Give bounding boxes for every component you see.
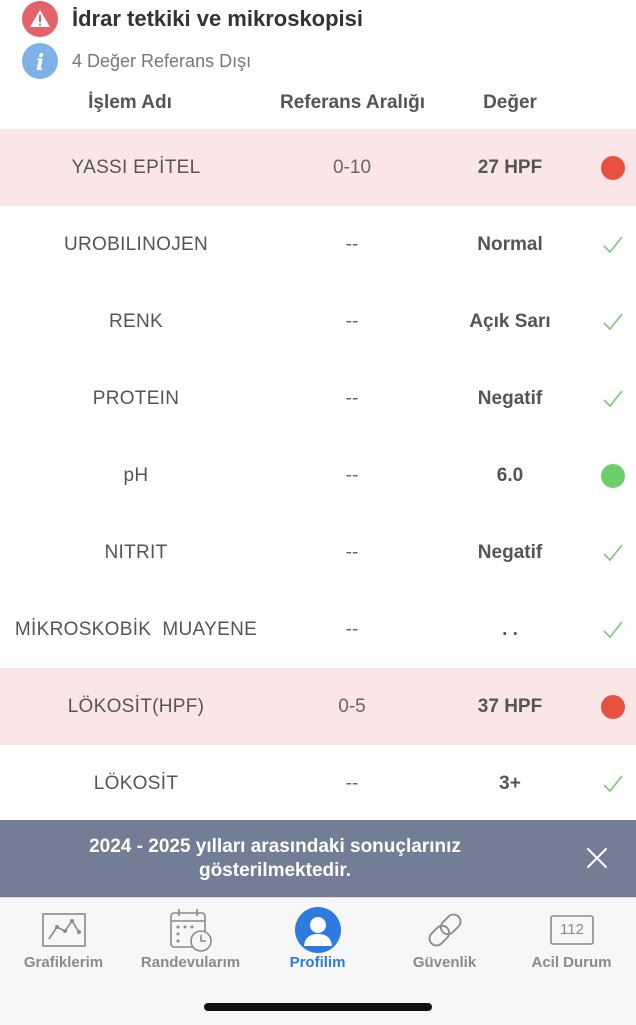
reference-range: -- <box>345 387 359 409</box>
table-row[interactable]: YASSI EPİTEL 0-10 27 HPF <box>0 129 636 206</box>
reference-range: 0-10 <box>332 156 372 178</box>
result-value: Normal <box>477 233 543 255</box>
check-icon <box>596 536 630 570</box>
tab-label: Profilim <box>289 954 346 971</box>
test-name: MİKROSKOBİK MUAYENE <box>14 618 258 640</box>
svg-text:i: i <box>36 50 44 74</box>
user-icon <box>294 906 342 954</box>
result-value: . . <box>502 618 518 640</box>
test-name: LÖKOSİT <box>93 772 179 794</box>
result-value: Negatif <box>477 541 543 563</box>
table-row[interactable]: UROBILINOJEN -- Normal <box>0 206 636 283</box>
reference-range: -- <box>345 310 359 332</box>
tab-label: Acil Durum <box>531 954 612 971</box>
test-name: PROTEIN <box>92 387 180 409</box>
table-row[interactable]: MİKROSKOBİK MUAYENE -- . . <box>0 591 636 668</box>
result-value: 6.0 <box>496 464 524 486</box>
result-value: 37 HPF <box>477 695 543 717</box>
reference-range: -- <box>345 541 359 563</box>
result-value: Negatif <box>477 387 543 409</box>
link-icon <box>421 906 469 954</box>
green-dot-icon <box>596 459 630 493</box>
home-indicator[interactable] <box>204 1003 432 1011</box>
table-row[interactable]: pH -- 6.0 <box>0 437 636 514</box>
results-table: YASSI EPİTEL 0-10 27 HPF UROBILINOJEN --… <box>0 129 636 822</box>
reference-range: -- <box>345 618 359 640</box>
test-name: LÖKOSİT(HPF) <box>67 695 205 717</box>
banner-text: 2024 - 2025 yılları arasındaki sonuçları… <box>40 835 510 883</box>
table-row[interactable]: RENK -- Açık Sarı <box>0 283 636 360</box>
result-value: 3+ <box>499 772 521 794</box>
reference-range: -- <box>345 464 359 486</box>
test-name: UROBILINOJEN <box>63 233 208 255</box>
banner-line-2: gösterilmektedir. <box>198 860 352 881</box>
table-row[interactable]: NITRIT -- Negatif <box>0 514 636 591</box>
column-header-value: Değer <box>483 92 537 113</box>
chart-icon <box>40 906 88 954</box>
test-name: NITRIT <box>104 541 168 563</box>
tab-grafiklerim[interactable]: Grafiklerim <box>0 898 127 988</box>
check-icon <box>596 228 630 262</box>
column-header-reference: Referans Aralığı <box>279 92 425 113</box>
check-icon <box>596 767 630 801</box>
banner-line-1: 2024 - 2025 yılları arasındaki sonuçları… <box>89 836 461 857</box>
page-subtitle-row: i 4 Değer Referans Dışı <box>22 42 251 80</box>
calendar-clock-icon <box>167 906 215 954</box>
page-title: İdrar tetkiki ve mikroskopisi <box>72 6 364 31</box>
reference-range: -- <box>345 772 359 794</box>
test-name: pH <box>123 464 149 486</box>
test-name: YASSI EPİTEL <box>71 156 201 178</box>
tab-profilim[interactable]: Profilim <box>254 898 381 988</box>
emergency-number: 112 <box>560 921 584 938</box>
column-header-name: İşlem Adı <box>88 92 172 113</box>
page-header: İdrar tetkiki ve mikroskopisi <box>22 0 363 38</box>
check-icon <box>596 305 630 339</box>
tab-randevularim[interactable]: Randevularım <box>127 898 254 988</box>
out-of-range-count: 4 Değer Referans Dışı <box>72 50 252 71</box>
emergency-112-icon: 112 <box>548 906 596 954</box>
reference-range: -- <box>345 233 359 255</box>
result-value: 27 HPF <box>477 156 543 178</box>
red-dot-icon <box>596 690 630 724</box>
reference-range: 0-5 <box>338 695 366 717</box>
red-dot-icon <box>596 151 630 185</box>
warning-icon <box>22 1 58 37</box>
tab-acil-durum[interactable]: 112 Acil Durum <box>508 898 635 988</box>
result-value: Açık Sarı <box>469 310 551 332</box>
test-name: RENK <box>109 310 163 332</box>
close-icon[interactable] <box>582 843 612 873</box>
check-icon <box>596 382 630 416</box>
table-row[interactable]: PROTEIN -- Negatif <box>0 360 636 437</box>
tab-label: Güvenlik <box>412 954 477 971</box>
check-icon <box>596 613 630 647</box>
table-row[interactable]: LÖKOSİT -- 3+ <box>0 745 636 822</box>
date-range-banner: 2024 - 2025 yılları arasındaki sonuçları… <box>0 820 636 897</box>
table-row[interactable]: LÖKOSİT(HPF) 0-5 37 HPF <box>0 668 636 745</box>
info-icon: i <box>22 43 58 79</box>
tab-label: Randevularım <box>140 954 241 971</box>
tab-label: Grafiklerim <box>23 954 104 971</box>
tab-guvenlik[interactable]: Güvenlik <box>381 898 508 988</box>
